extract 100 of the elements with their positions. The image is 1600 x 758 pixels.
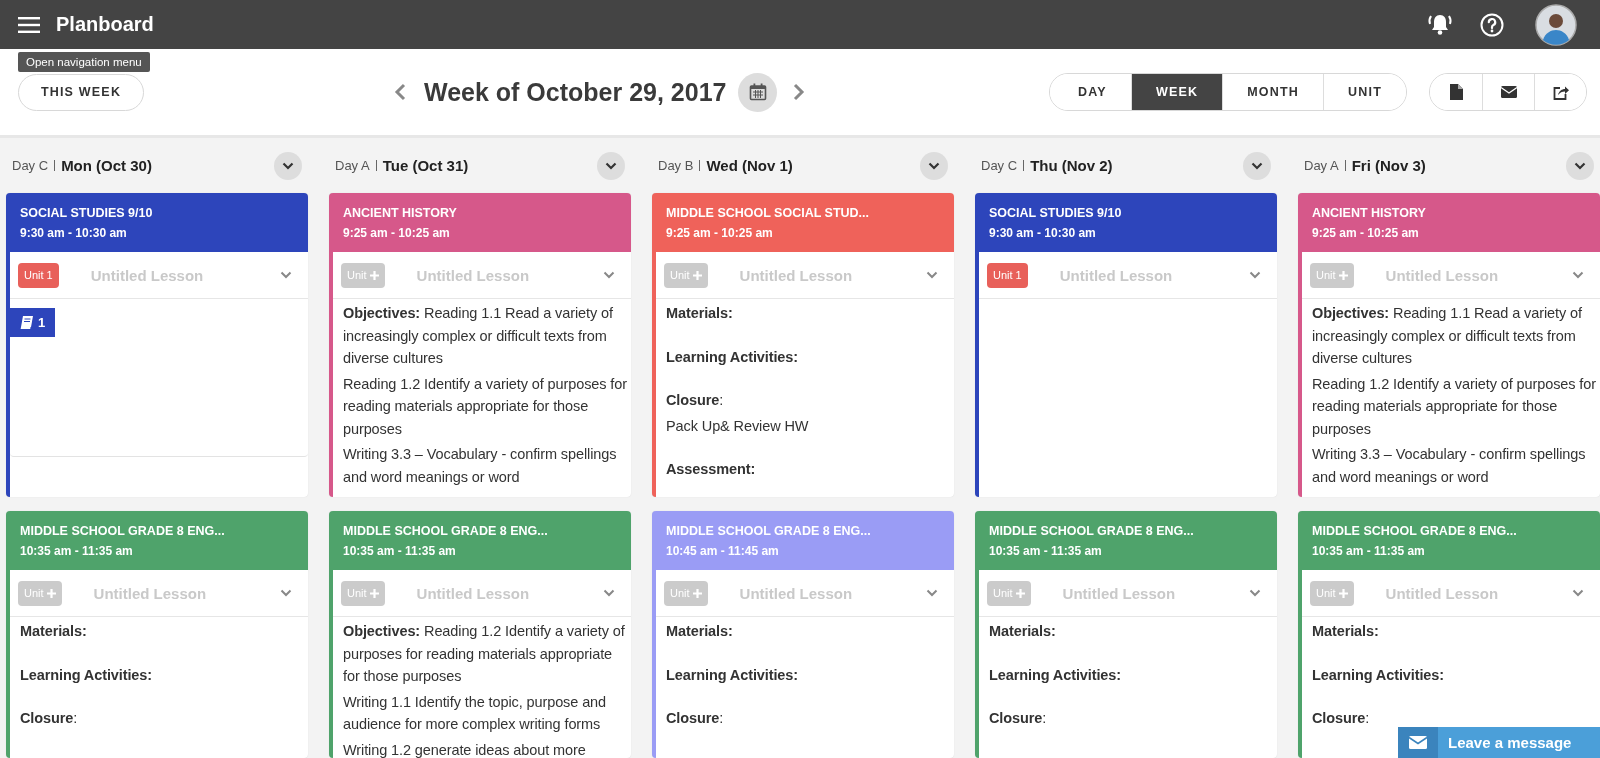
class-time: 9:25 am - 10:25 am	[343, 225, 450, 242]
chevron-down-icon[interactable]	[1249, 589, 1261, 597]
avatar[interactable]	[1535, 3, 1577, 46]
day-label: Day A	[1304, 158, 1339, 173]
bell-icon	[1427, 12, 1453, 37]
chevron-down-icon	[605, 161, 617, 170]
day-menu-button[interactable]	[597, 151, 625, 180]
lesson-text: Assessment:	[666, 460, 757, 479]
class-time: 9:30 am - 10:30 am	[989, 225, 1096, 242]
chevron-down-icon[interactable]	[1572, 589, 1584, 597]
day-label: Day C	[981, 158, 1018, 173]
plus-icon	[369, 588, 379, 598]
help-icon	[1480, 12, 1504, 37]
class-title: ANCIENT HISTORY	[343, 205, 457, 222]
lesson-header[interactable]: ANCIENT HISTORY 9:25 am - 10:25 am	[333, 193, 631, 252]
class-title: SOCIAL STUDIES 9/10	[989, 205, 1122, 222]
chevron-right-icon[interactable]	[793, 83, 806, 101]
lesson-text: Writing 1.1 Identify the topic, purpose and audience for more complex writing forms	[343, 692, 608, 734]
share-button[interactable]	[1534, 74, 1586, 110]
lesson-text: Learning Activities:	[1312, 665, 1446, 685]
day-date: Tue (Oct 31)	[382, 157, 469, 174]
lesson-header[interactable]: SOCIAL STUDIES 9/10 9:30 am - 10:30 am	[10, 193, 308, 252]
envelope-icon	[1500, 86, 1517, 98]
lesson-card[interactable]	[329, 511, 631, 758]
plus-icon	[1338, 270, 1348, 280]
chevron-down-icon[interactable]	[926, 589, 938, 597]
chevron-down-icon[interactable]	[280, 589, 292, 597]
lesson-text: Pack Up& Review HW	[666, 416, 810, 436]
this-week-button[interactable]: THIS WEEK	[18, 73, 144, 111]
lesson-text: Reading 1.2 Identify a variety of purposes for reading materials appropriate for those purposes	[343, 374, 627, 439]
lesson-text: Learning Activities:	[666, 665, 800, 685]
chevron-down-icon[interactable]	[1572, 271, 1584, 279]
day-menu-button[interactable]	[1243, 151, 1271, 180]
lesson-header[interactable]: MIDDLE SCHOOL SOCIAL STUD... 9:25 am - 10:25 am	[656, 193, 954, 252]
chevron-down-icon[interactable]	[926, 271, 938, 279]
class-title: MIDDLE SCHOOL SOCIAL STUD...	[666, 205, 870, 222]
class-time: 9:30 am - 10:30 am	[20, 225, 127, 242]
unit-button[interactable]: Unit 1	[987, 262, 1028, 288]
lesson-card[interactable]	[329, 193, 631, 497]
day-date: Mon (Oct 30)	[61, 157, 152, 174]
chevron-left-icon[interactable]	[394, 83, 406, 101]
lesson-header[interactable]: ANCIENT HISTORY 9:25 am - 10:25 am	[1302, 193, 1600, 252]
lesson-text: Objectives: Reading 1.1 Read a variety of increasingly complex or difficult texts from diverse cultures	[343, 304, 614, 368]
chevron-down-icon	[1574, 161, 1586, 170]
notifications-button[interactable]	[1427, 12, 1453, 37]
chevron-down-icon	[1251, 161, 1263, 170]
lesson-header[interactable]: MIDDLE SCHOOL GRADE 8 ENG... 10:35 am - 11:35 am	[10, 511, 308, 570]
envelope-icon	[1409, 736, 1427, 749]
chevron-down-icon[interactable]	[603, 271, 615, 279]
help-button[interactable]	[1480, 12, 1504, 37]
class-title: MIDDLE SCHOOL GRADE 8 ENG...	[1312, 523, 1517, 540]
day-label: Day B	[658, 158, 694, 173]
calendar-button[interactable]	[738, 72, 778, 112]
chevron-down-icon[interactable]	[603, 589, 615, 597]
tooltip: Open navigation menu	[18, 52, 150, 72]
lesson-text: Objectives: Reading 1.2 Identify a variety of purposes for reading materials appropriate for those purposes	[343, 622, 626, 686]
lesson-text: Learning Activities:	[989, 665, 1123, 685]
app-title: Planboard	[56, 13, 154, 36]
day-date: Wed (Nov 1)	[706, 157, 793, 174]
chevron-down-icon	[282, 161, 294, 170]
lesson-header[interactable]: MIDDLE SCHOOL GRADE 8 ENG... 10:35 am - 11:35 am	[1302, 511, 1600, 570]
lesson-header[interactable]: MIDDLE SCHOOL GRADE 8 ENG... 10:35 am - 11:35 am	[333, 511, 631, 570]
chevron-down-icon[interactable]	[280, 271, 292, 279]
lesson-text: Reading 1.2 Identify a variety of purposes for reading materials appropriate for those purposes	[1312, 374, 1596, 439]
lesson-card[interactable]	[1298, 193, 1600, 497]
lesson-text: Learning Activities:	[666, 347, 800, 367]
class-time: 9:25 am - 10:25 am	[666, 225, 773, 242]
plus-icon	[1338, 588, 1348, 598]
view-tab[interactable]: UNIT	[1323, 74, 1406, 110]
class-time: 10:35 am - 11:35 am	[343, 543, 456, 560]
lesson-text: Learning Activities:	[20, 665, 154, 685]
resource-badge[interactable]: 1	[10, 308, 55, 337]
class-title: ANCIENT HISTORY	[1312, 205, 1426, 222]
lesson-text: Materials:	[1312, 622, 1380, 641]
day-menu-button[interactable]	[274, 151, 302, 180]
unit-button[interactable]: Unit 1	[18, 262, 59, 288]
day-menu-button[interactable]	[920, 151, 948, 180]
day-date: Fri (Nov 3)	[1351, 157, 1426, 174]
chevron-down-icon[interactable]	[1249, 271, 1261, 279]
lesson-text: Closure:	[666, 391, 725, 410]
day-date: Thu (Nov 2)	[1030, 157, 1113, 174]
class-title: MIDDLE SCHOOL GRADE 8 ENG...	[666, 523, 871, 540]
class-time: 10:35 am - 11:35 am	[989, 543, 1102, 560]
lesson-text: Objectives: Reading 1.1 Read a variety of increasingly complex or difficult texts from diverse cultures	[1312, 304, 1583, 368]
lesson-header[interactable]: SOCIAL STUDIES 9/10 9:30 am - 10:30 am	[979, 193, 1277, 252]
lesson-header[interactable]: MIDDLE SCHOOL GRADE 8 ENG... 10:45 am - 11:45 am	[656, 511, 954, 570]
day-label: Day C	[12, 158, 49, 173]
lesson-header[interactable]: MIDDLE SCHOOL GRADE 8 ENG... 10:35 am - 11:35 am	[979, 511, 1277, 570]
day-menu-button[interactable]	[1566, 151, 1594, 180]
menu-button[interactable]	[18, 15, 40, 34]
lesson-text: Closure:	[989, 709, 1048, 728]
menu-icon	[18, 15, 40, 34]
class-time: 10:35 am - 11:35 am	[1312, 543, 1425, 560]
leave-message-button[interactable]: Leave a message	[1398, 727, 1600, 758]
lesson-text: Materials:	[666, 622, 734, 641]
lesson-text: Materials:	[666, 304, 734, 323]
document-icon	[1449, 84, 1463, 100]
calendar-icon	[748, 83, 767, 101]
plus-icon	[46, 588, 56, 598]
view-tab[interactable]: WEEK	[1130, 74, 1223, 110]
